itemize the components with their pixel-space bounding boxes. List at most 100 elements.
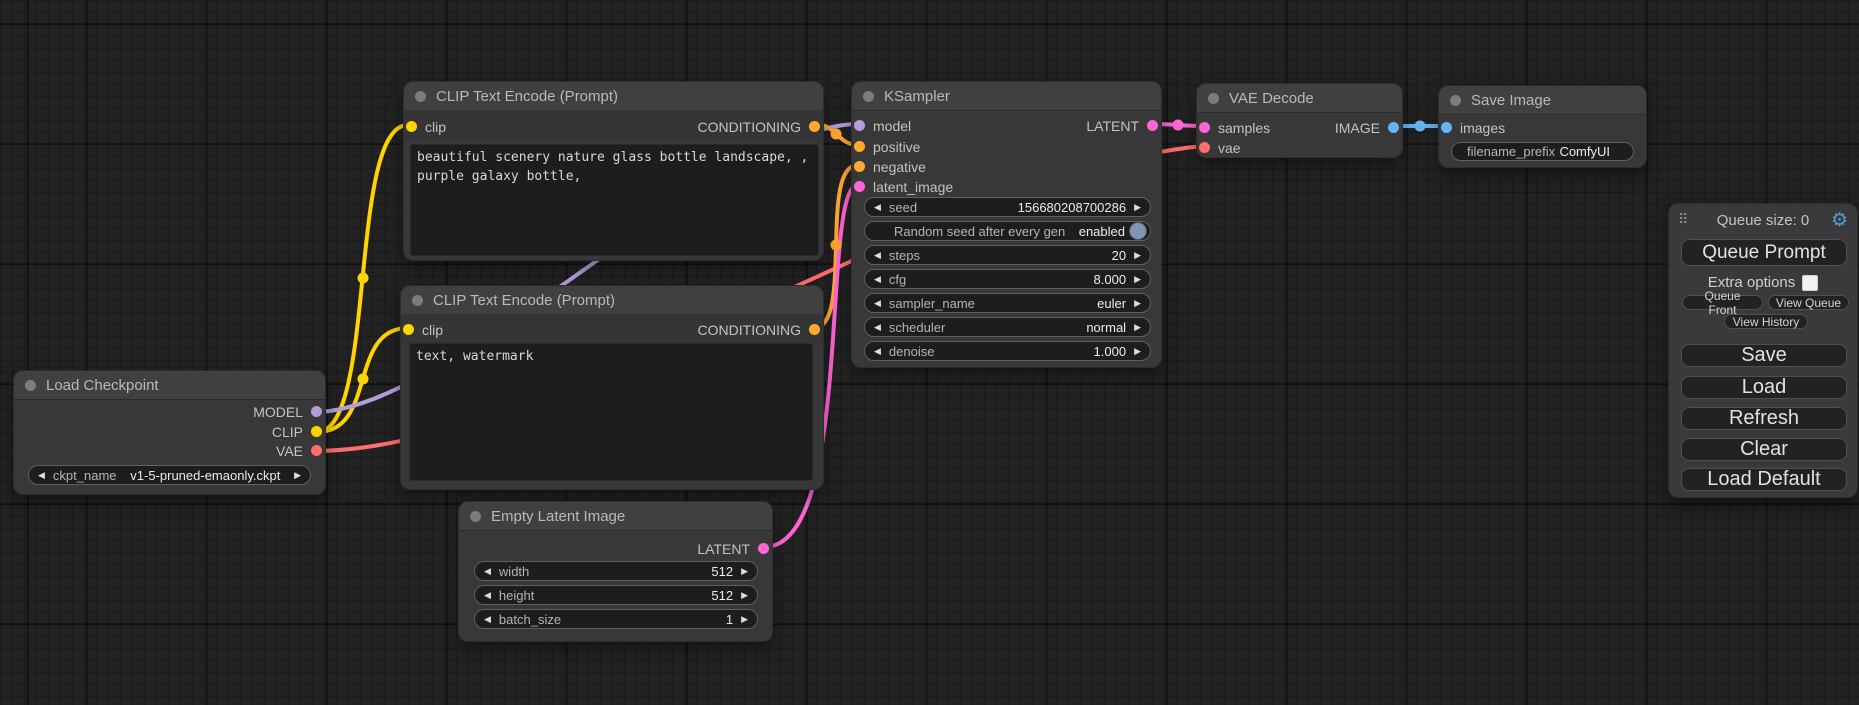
widget-label: Random seed after every gen — [894, 224, 1065, 239]
collapse-dot-icon[interactable] — [415, 91, 426, 102]
gear-icon[interactable]: ⚙ — [1831, 209, 1848, 232]
image-port[interactable] — [1441, 122, 1452, 133]
stepper-left-icon[interactable]: ◀ — [38, 470, 45, 481]
input-label: positive — [873, 139, 920, 155]
stepper-right-icon[interactable]: ▶ — [741, 590, 748, 601]
positive-prompt-textarea[interactable]: beautiful scenery nature glass bottle la… — [410, 144, 819, 256]
stepper-right-icon[interactable]: ▶ — [1134, 346, 1141, 357]
stepper-left-icon[interactable]: ◀ — [874, 322, 881, 333]
clip-port[interactable] — [403, 324, 414, 335]
input-slot-negative: negative — [854, 158, 926, 175]
steps-widget[interactable]: ◀ steps 20 ▶ — [864, 245, 1151, 265]
stepper-left-icon[interactable]: ◀ — [874, 202, 881, 213]
input-slot-clip: clip — [403, 321, 443, 338]
random-seed-toggle-widget[interactable]: Random seed after every gen enabled — [864, 221, 1151, 241]
collapse-dot-icon[interactable] — [1208, 93, 1219, 104]
height-widget[interactable]: ◀ height 512 ▶ — [474, 585, 758, 605]
clear-button[interactable]: Clear — [1681, 438, 1847, 461]
conditioning-port[interactable] — [854, 141, 865, 152]
cfg-widget[interactable]: ◀ cfg 8.000 ▶ — [864, 269, 1151, 289]
conditioning-port[interactable] — [854, 161, 865, 172]
collapse-dot-icon[interactable] — [412, 295, 423, 306]
ckpt-name-widget[interactable]: ◀ ckpt_name v1-5-pruned-emaonly.ckpt ▶ — [28, 465, 311, 485]
collapse-dot-icon[interactable] — [470, 511, 481, 522]
node-empty-latent-header[interactable]: Empty Latent Image — [459, 502, 772, 531]
stepper-left-icon[interactable]: ◀ — [874, 298, 881, 309]
node-save-image-header[interactable]: Save Image — [1439, 86, 1646, 115]
input-label: negative — [873, 159, 926, 175]
stepper-left-icon[interactable]: ◀ — [874, 274, 881, 285]
node-vae-decode-header[interactable]: VAE Decode — [1197, 84, 1402, 113]
stepper-left-icon[interactable]: ◀ — [484, 590, 491, 601]
extra-options-checkbox[interactable] — [1802, 275, 1818, 291]
collapse-dot-icon[interactable] — [1450, 95, 1461, 106]
stepper-left-icon[interactable]: ◀ — [484, 614, 491, 625]
latent-port[interactable] — [1147, 120, 1158, 131]
scheduler-widget[interactable]: ◀ scheduler normal ▶ — [864, 317, 1151, 337]
sampler-name-widget[interactable]: ◀ sampler_name euler ▶ — [864, 293, 1151, 313]
clip-port[interactable] — [311, 426, 322, 437]
node-title: Load Checkpoint — [46, 377, 159, 394]
collapse-dot-icon[interactable] — [863, 91, 874, 102]
negative-prompt-textarea[interactable]: text, watermark — [409, 343, 813, 481]
latent-port[interactable] — [758, 543, 769, 554]
link-midpoint-dot — [1415, 121, 1426, 132]
link-midpoint-dot — [358, 273, 369, 284]
node-save-image[interactable]: Save Image images filename_prefix ComfyU… — [1438, 85, 1647, 168]
stepper-right-icon[interactable]: ▶ — [1134, 274, 1141, 285]
output-slot-vae: VAE — [276, 442, 322, 459]
width-widget[interactable]: ◀ width 512 ▶ — [474, 561, 758, 581]
stepper-left-icon[interactable]: ◀ — [484, 566, 491, 577]
toggle-knob-icon[interactable] — [1129, 222, 1147, 240]
model-port[interactable] — [311, 406, 322, 417]
stepper-left-icon[interactable]: ◀ — [874, 250, 881, 261]
node-graph-canvas[interactable]: Load Checkpoint MODEL CLIP VAE ◀ ckpt_na… — [0, 0, 1859, 705]
model-port[interactable] — [854, 120, 865, 131]
clip-port[interactable] — [406, 121, 417, 132]
image-port[interactable] — [1388, 122, 1399, 133]
stepper-right-icon[interactable]: ▶ — [1134, 322, 1141, 333]
widget-label: denoise — [889, 344, 935, 359]
node-ksampler[interactable]: KSampler model positive negative latent_… — [851, 81, 1162, 368]
load-button[interactable]: Load — [1681, 376, 1847, 399]
queue-prompt-button[interactable]: Queue Prompt — [1681, 239, 1847, 266]
conditioning-port[interactable] — [809, 324, 820, 335]
seed-widget[interactable]: ◀ seed 156680208700286 ▶ — [864, 197, 1151, 217]
queue-front-button[interactable]: Queue Front — [1682, 295, 1763, 310]
save-button[interactable]: Save — [1681, 344, 1847, 367]
refresh-button[interactable]: Refresh — [1681, 407, 1847, 430]
node-ksampler-header[interactable]: KSampler — [852, 82, 1161, 111]
node-load-checkpoint[interactable]: Load Checkpoint MODEL CLIP VAE ◀ ckpt_na… — [13, 370, 326, 495]
collapse-dot-icon[interactable] — [25, 380, 36, 391]
stepper-left-icon[interactable]: ◀ — [874, 346, 881, 357]
vae-port[interactable] — [1199, 142, 1210, 153]
input-slot-clip: clip — [406, 118, 446, 135]
node-clip-negative-header[interactable]: CLIP Text Encode (Prompt) — [401, 286, 823, 315]
node-clip-positive-header[interactable]: CLIP Text Encode (Prompt) — [404, 82, 823, 111]
view-history-button[interactable]: View History — [1724, 314, 1808, 329]
stepper-right-icon[interactable]: ▶ — [294, 470, 301, 481]
stepper-right-icon[interactable]: ▶ — [1134, 250, 1141, 261]
latent-port[interactable] — [1199, 122, 1210, 133]
latent-port[interactable] — [854, 181, 865, 192]
view-queue-button[interactable]: View Queue — [1768, 295, 1849, 310]
node-vae-decode[interactable]: VAE Decode samples vae IMAGE — [1196, 83, 1403, 158]
denoise-widget[interactable]: ◀ denoise 1.000 ▶ — [864, 341, 1151, 361]
load-default-button[interactable]: Load Default — [1681, 468, 1847, 491]
stepper-right-icon[interactable]: ▶ — [741, 566, 748, 577]
stepper-right-icon[interactable]: ▶ — [1134, 298, 1141, 309]
node-empty-latent-image[interactable]: Empty Latent Image LATENT ◀ width 512 ▶ … — [458, 501, 773, 642]
widget-value: 1.000 — [1094, 344, 1127, 359]
widget-label: cfg — [889, 272, 906, 287]
input-label: samples — [1218, 120, 1270, 136]
widget-value: euler — [1097, 296, 1126, 311]
conditioning-port[interactable] — [809, 121, 820, 132]
node-clip-text-encode-positive[interactable]: CLIP Text Encode (Prompt) clip CONDITION… — [403, 81, 824, 261]
batch-size-widget[interactable]: ◀ batch_size 1 ▶ — [474, 609, 758, 629]
vae-port[interactable] — [311, 445, 322, 456]
stepper-right-icon[interactable]: ▶ — [1134, 202, 1141, 213]
node-clip-text-encode-negative[interactable]: CLIP Text Encode (Prompt) clip CONDITION… — [400, 285, 824, 490]
filename-prefix-widget[interactable]: filename_prefix ComfyUI — [1451, 142, 1634, 161]
node-load-checkpoint-header[interactable]: Load Checkpoint — [14, 371, 325, 400]
stepper-right-icon[interactable]: ▶ — [741, 614, 748, 625]
